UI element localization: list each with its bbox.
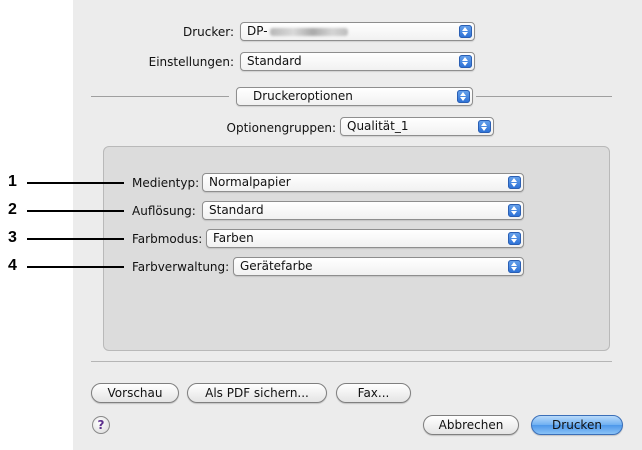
media-type-popup[interactable]: Normalpapier <box>202 173 524 192</box>
resolution-label: Auflösung: <box>132 204 196 218</box>
callout-number: 1 <box>8 173 17 190</box>
color-mode-popup[interactable]: Farben <box>206 229 524 248</box>
printer-label: Drucker: <box>182 25 234 39</box>
popup-arrows-icon <box>508 204 521 217</box>
popup-arrows-icon <box>459 25 472 38</box>
panel-popup[interactable]: Druckeroptionen <box>236 87 473 106</box>
media-type-value: Normalpapier <box>209 175 291 189</box>
separator <box>91 96 229 97</box>
callout-line <box>27 210 124 212</box>
callout-number: 3 <box>8 229 17 246</box>
preview-button[interactable]: Vorschau <box>91 383 179 403</box>
presets-value: Standard <box>247 54 302 68</box>
popup-arrows-icon <box>508 232 521 245</box>
option-groups-label: Optionengruppen: <box>226 121 336 135</box>
help-icon[interactable]: ? <box>92 416 110 434</box>
fax-button[interactable]: Fax... <box>336 383 411 403</box>
callout-line <box>27 182 124 184</box>
panel-value: Druckeroptionen <box>253 89 353 103</box>
presets-popup[interactable]: Standard <box>240 52 475 71</box>
save-as-pdf-button[interactable]: Als PDF sichern... <box>187 383 327 403</box>
callout-number: 4 <box>8 257 17 274</box>
popup-arrows-icon <box>478 120 491 133</box>
media-type-label: Medientyp: <box>132 176 200 190</box>
option-groups-value: Qualität_1 <box>347 119 409 133</box>
color-management-popup[interactable]: Gerätefarbe <box>233 257 524 276</box>
popup-arrows-icon <box>459 55 472 68</box>
popup-arrows-icon <box>508 176 521 189</box>
callout-line <box>27 238 124 240</box>
presets-label: Einstellungen: <box>148 55 234 69</box>
callout-line <box>27 266 124 268</box>
print-button[interactable]: Drucken <box>531 415 623 435</box>
cancel-button[interactable]: Abbrechen <box>423 415 519 435</box>
option-groups-popup[interactable]: Qualität_1 <box>340 117 494 136</box>
redacted-printer-name <box>269 27 348 36</box>
popup-arrows-icon <box>508 260 521 273</box>
resolution-popup[interactable]: Standard <box>202 201 524 220</box>
callout-number: 2 <box>8 201 17 218</box>
separator <box>476 96 612 97</box>
separator <box>91 361 612 362</box>
color-mode-value: Farben <box>213 231 254 245</box>
color-mode-label: Farbmodus: <box>132 232 203 246</box>
printer-value: DP- <box>247 24 268 38</box>
resolution-value: Standard <box>209 203 264 217</box>
popup-arrows-icon <box>457 90 470 103</box>
color-management-label: Farbverwaltung: <box>132 260 230 274</box>
color-management-value: Gerätefarbe <box>240 259 313 273</box>
printer-popup[interactable]: DP- <box>240 22 475 41</box>
